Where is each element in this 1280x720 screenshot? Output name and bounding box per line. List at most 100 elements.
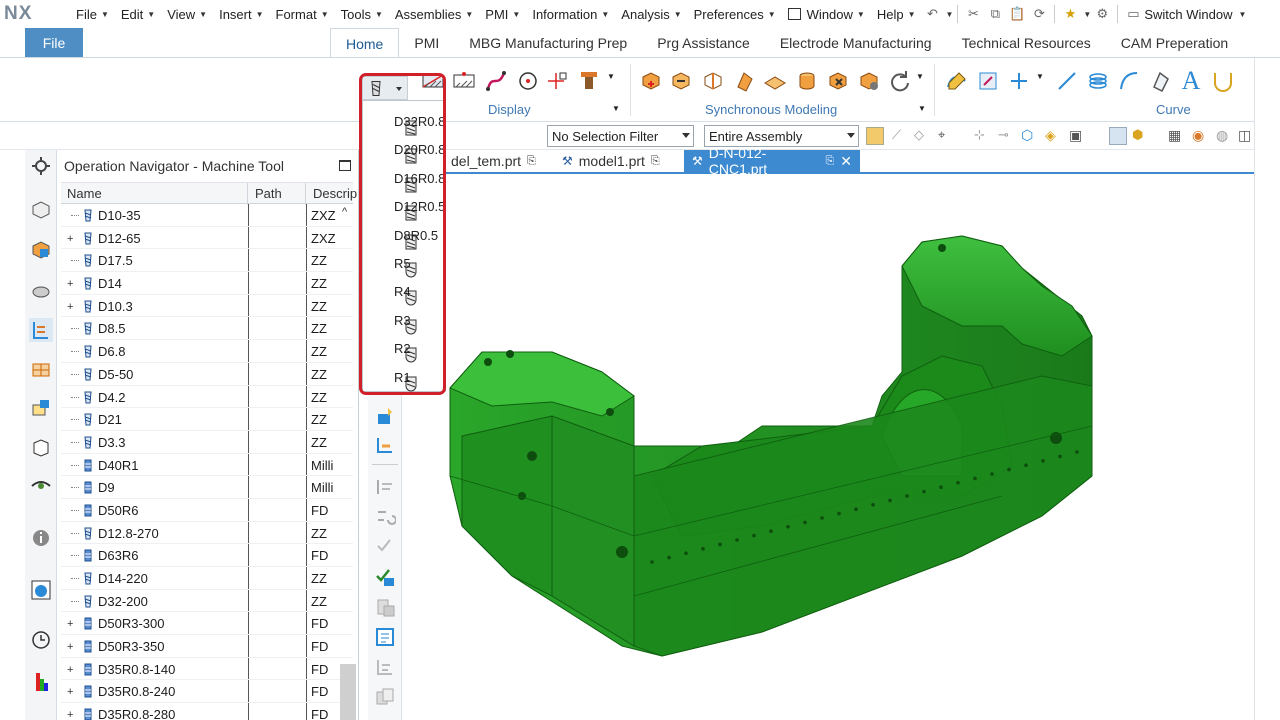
table-row[interactable]: + D35R0.8-280 FD	[61, 703, 353, 720]
table-row[interactable]: D4.2 ZZ	[61, 386, 353, 409]
menu-insert[interactable]: Insert ▼	[213, 7, 269, 22]
column-description[interactable]: Descrip	[313, 186, 357, 201]
star-dropdown-icon[interactable]: ▼	[1083, 10, 1091, 19]
feature-navigator-icon[interactable]	[29, 396, 53, 420]
list-output-icon[interactable]	[374, 656, 396, 678]
history-icon[interactable]	[29, 436, 53, 460]
table-row[interactable]: + D50R3-350 FD	[61, 635, 353, 658]
file-tab[interactable]: File	[25, 28, 83, 58]
line-icon[interactable]	[1054, 68, 1080, 94]
table-row[interactable]: D32-200 ZZ	[61, 590, 353, 613]
selection-vertex-icon[interactable]: ◇	[914, 127, 932, 145]
point-dropdown-icon[interactable]: ▼	[1036, 72, 1044, 81]
view-fit-icon[interactable]: ◉	[1192, 127, 1210, 145]
expand-icon[interactable]: +	[67, 278, 77, 290]
view-render-icon[interactable]: ◍	[1216, 127, 1234, 145]
machine-tool-icon[interactable]	[29, 358, 53, 382]
selection-edge-icon[interactable]: ⟋	[892, 127, 910, 145]
view-shaded-icon[interactable]	[1109, 127, 1127, 145]
plus-icon[interactable]	[1006, 68, 1032, 94]
create-operation-icon[interactable]	[374, 434, 396, 456]
part-navigator-icon[interactable]	[29, 238, 53, 262]
tab-pmi[interactable]: PMI	[399, 28, 454, 58]
repeat-command-icon[interactable]: ⟳	[1028, 4, 1050, 24]
selection-filter-dropdown[interactable]: No Selection Filter	[547, 125, 694, 147]
curve-display-icon[interactable]	[483, 68, 509, 94]
arc-icon[interactable]	[1116, 68, 1142, 94]
doc-tab-del-tem[interactable]: del_tem.prt ⎘	[451, 150, 536, 172]
selection-feature-icon[interactable]: ⌖	[938, 127, 956, 145]
tab-prg-assistance[interactable]: Prg Assistance	[642, 28, 765, 58]
replay-toolpath-icon[interactable]	[374, 506, 397, 528]
switch-window-icon[interactable]: ▭	[1122, 4, 1144, 24]
snap-end-icon[interactable]: ⊸	[998, 127, 1016, 145]
layer-icon[interactable]	[576, 68, 602, 94]
table-row[interactable]: D21 ZZ	[61, 408, 353, 431]
menu-edit[interactable]: Edit ▼	[115, 7, 161, 22]
operation-navigator-icon[interactable]	[29, 318, 53, 342]
create-geometry-icon[interactable]	[374, 406, 396, 428]
info-icon[interactable]	[29, 526, 53, 550]
snap-arc-icon[interactable]: ⬡	[1021, 127, 1039, 145]
datum-csys-icon[interactable]	[545, 68, 571, 94]
paste-icon[interactable]: 📋	[1006, 4, 1028, 24]
tab-electrode-manufacturing[interactable]: Electrode Manufacturing	[765, 28, 947, 58]
table-row[interactable]: D17.5 ZZ	[61, 249, 353, 273]
pull-face-icon[interactable]	[668, 68, 694, 94]
doc-tab-d-n-012-cnc1[interactable]: ⚒ D-N-012-CNC1.prt ⎘ ✕	[684, 145, 860, 177]
expand-icon[interactable]: +	[67, 233, 77, 245]
tab-technical-resources[interactable]: Technical Resources	[947, 28, 1106, 58]
expand-icon[interactable]: +	[67, 709, 77, 720]
table-row[interactable]: D63R6 FD	[61, 544, 353, 567]
table-row[interactable]: + D10.3 ZZ	[61, 295, 353, 318]
menu-view[interactable]: View ▼	[161, 7, 213, 22]
expand-icon[interactable]: +	[67, 618, 77, 630]
tab-mbg-manufacturing-prep[interactable]: MBG Manufacturing Prep	[454, 28, 642, 58]
table-row[interactable]: D8.5 ZZ	[61, 317, 353, 341]
history-clock-icon[interactable]	[29, 628, 53, 652]
replace-blend-icon[interactable]	[887, 68, 913, 94]
table-row[interactable]: + D14 ZZ	[61, 272, 353, 295]
menu-analysis[interactable]: Analysis ▼	[615, 7, 687, 22]
generate-toolpath-icon[interactable]	[374, 476, 396, 498]
table-row[interactable]: D10-35 ZXZ	[61, 204, 353, 227]
expand-icon[interactable]: +	[67, 641, 77, 653]
close-tab-icon[interactable]: ✕	[840, 153, 852, 170]
expand-icon[interactable]: +	[67, 664, 77, 676]
menu-format[interactable]: Format ▼	[270, 7, 335, 22]
resize-blend-icon[interactable]	[762, 68, 788, 94]
display-group-dropdown-icon[interactable]: ▼	[612, 104, 620, 113]
menu-information[interactable]: Information ▼	[526, 7, 615, 22]
graphics-window[interactable]	[402, 176, 1254, 720]
column-name[interactable]: Name	[67, 186, 102, 201]
postprocess-icon[interactable]	[374, 566, 396, 588]
table-row[interactable]: D3.3 ZZ	[61, 431, 353, 454]
table-row[interactable]: D40R1 Milli	[61, 454, 353, 477]
right-scrollbar[interactable]	[1254, 58, 1280, 720]
resize-face-icon[interactable]	[794, 68, 820, 94]
display-dropdown-icon[interactable]: ▼	[607, 72, 615, 81]
selection-scope-dropdown[interactable]: Entire Assembly	[704, 125, 859, 147]
table-row[interactable]: + D12-65 ZXZ	[61, 227, 353, 250]
delete-face-icon[interactable]	[825, 68, 851, 94]
sync-group-dropdown-icon[interactable]: ▼	[918, 104, 926, 113]
sync-dropdown-icon[interactable]: ▼	[916, 72, 924, 81]
visibility-eye-icon[interactable]	[29, 474, 53, 498]
batch-process-icon[interactable]	[374, 686, 396, 708]
helix-icon[interactable]	[1085, 68, 1111, 94]
menu-preferences[interactable]: Preferences ▼	[688, 7, 782, 22]
sketch-icon[interactable]	[944, 68, 970, 94]
table-row[interactable]: D5-50 ZZ	[61, 363, 353, 386]
menu-file[interactable]: File ▼	[70, 7, 115, 22]
table-row[interactable]: D14-220 ZZ	[61, 567, 353, 590]
copy-icon[interactable]: ⧉	[984, 4, 1006, 24]
undo-icon[interactable]: ↶	[922, 4, 944, 24]
selection-face-icon[interactable]	[866, 127, 884, 145]
table-row[interactable]: + D35R0.8-140 FD	[61, 658, 353, 681]
column-path[interactable]: Path	[255, 186, 282, 201]
table-row[interactable]: D50R6 FD	[61, 499, 353, 522]
star-icon[interactable]: ★	[1059, 4, 1081, 24]
table-row[interactable]: + D35R0.8-240 FD	[61, 680, 353, 704]
expand-icon[interactable]: +	[67, 301, 77, 313]
offset-region-icon[interactable]	[700, 68, 726, 94]
